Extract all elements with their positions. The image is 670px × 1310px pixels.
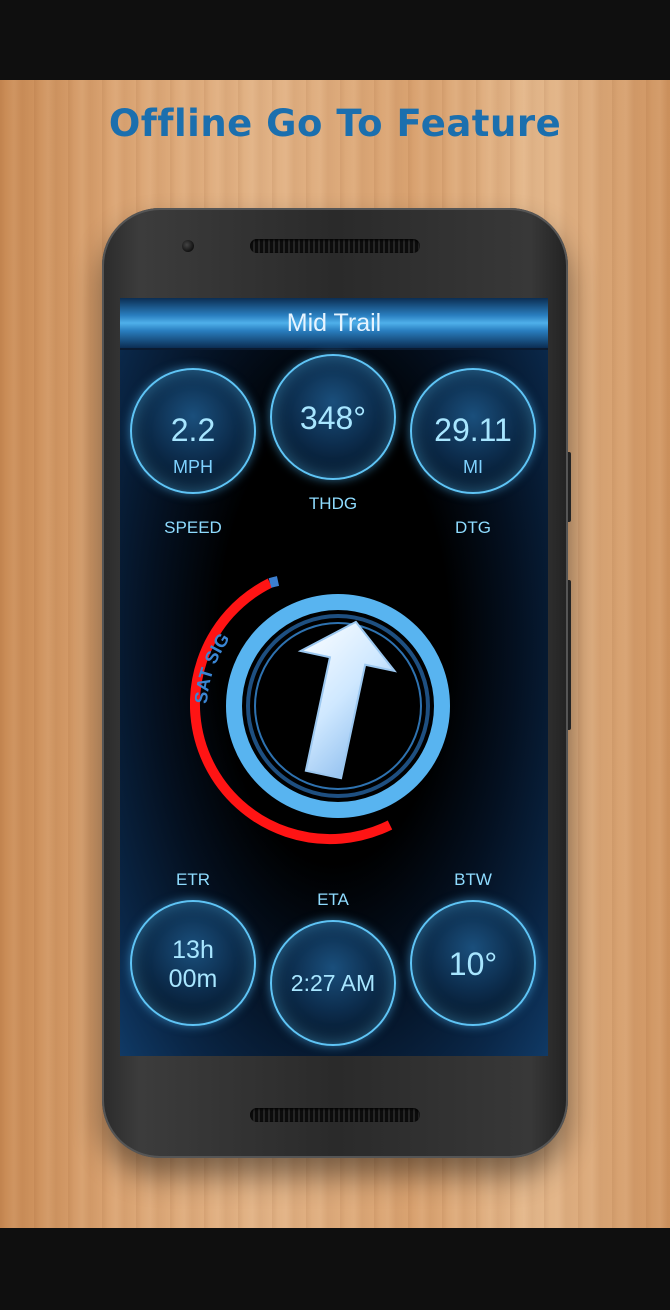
thdg-value: 348°	[299, 400, 367, 436]
top-speaker	[250, 239, 420, 253]
btw-gauge[interactable]: 10°	[410, 900, 536, 1026]
speed-value: 2.2	[170, 412, 216, 448]
compass-dial[interactable]: SAT SIG	[190, 548, 460, 848]
thdg-gauge[interactable]: 348°	[270, 354, 396, 480]
etr-gauge[interactable]: 13h 00m	[130, 900, 256, 1026]
btw-label: BTW	[454, 870, 492, 889]
dtg-unit: MI	[463, 457, 483, 477]
etr-label: ETR	[176, 870, 210, 889]
dtg-gauge[interactable]: 29.11 MI	[410, 368, 536, 494]
eta-gauge[interactable]: 2:27 AM	[270, 920, 396, 1046]
dtg-value: 29.11	[434, 412, 512, 448]
speed-gauge[interactable]: 2.2 MPH	[130, 368, 256, 494]
front-camera	[182, 240, 194, 252]
app-screen: Mid Trail 2.2 MPH SPEED 348° THDG 29.11 …	[120, 298, 548, 1056]
app-title-bar: Mid Trail	[120, 298, 548, 350]
speed-label: SPEED	[164, 518, 222, 537]
thdg-label: THDG	[308, 494, 358, 513]
etr-minutes: 00m	[168, 965, 218, 993]
promo-headline: Offline Go To Feature	[108, 102, 562, 145]
etr-hours: 13h	[172, 936, 214, 964]
eta-label: ETA	[317, 890, 349, 909]
eta-value: 2:27 AM	[290, 970, 376, 996]
sat-signal-tick	[268, 576, 280, 588]
speed-unit: MPH	[173, 457, 213, 477]
btw-value: 10°	[448, 946, 498, 982]
bottom-speaker	[250, 1108, 420, 1122]
dtg-label: DTG	[455, 518, 491, 537]
